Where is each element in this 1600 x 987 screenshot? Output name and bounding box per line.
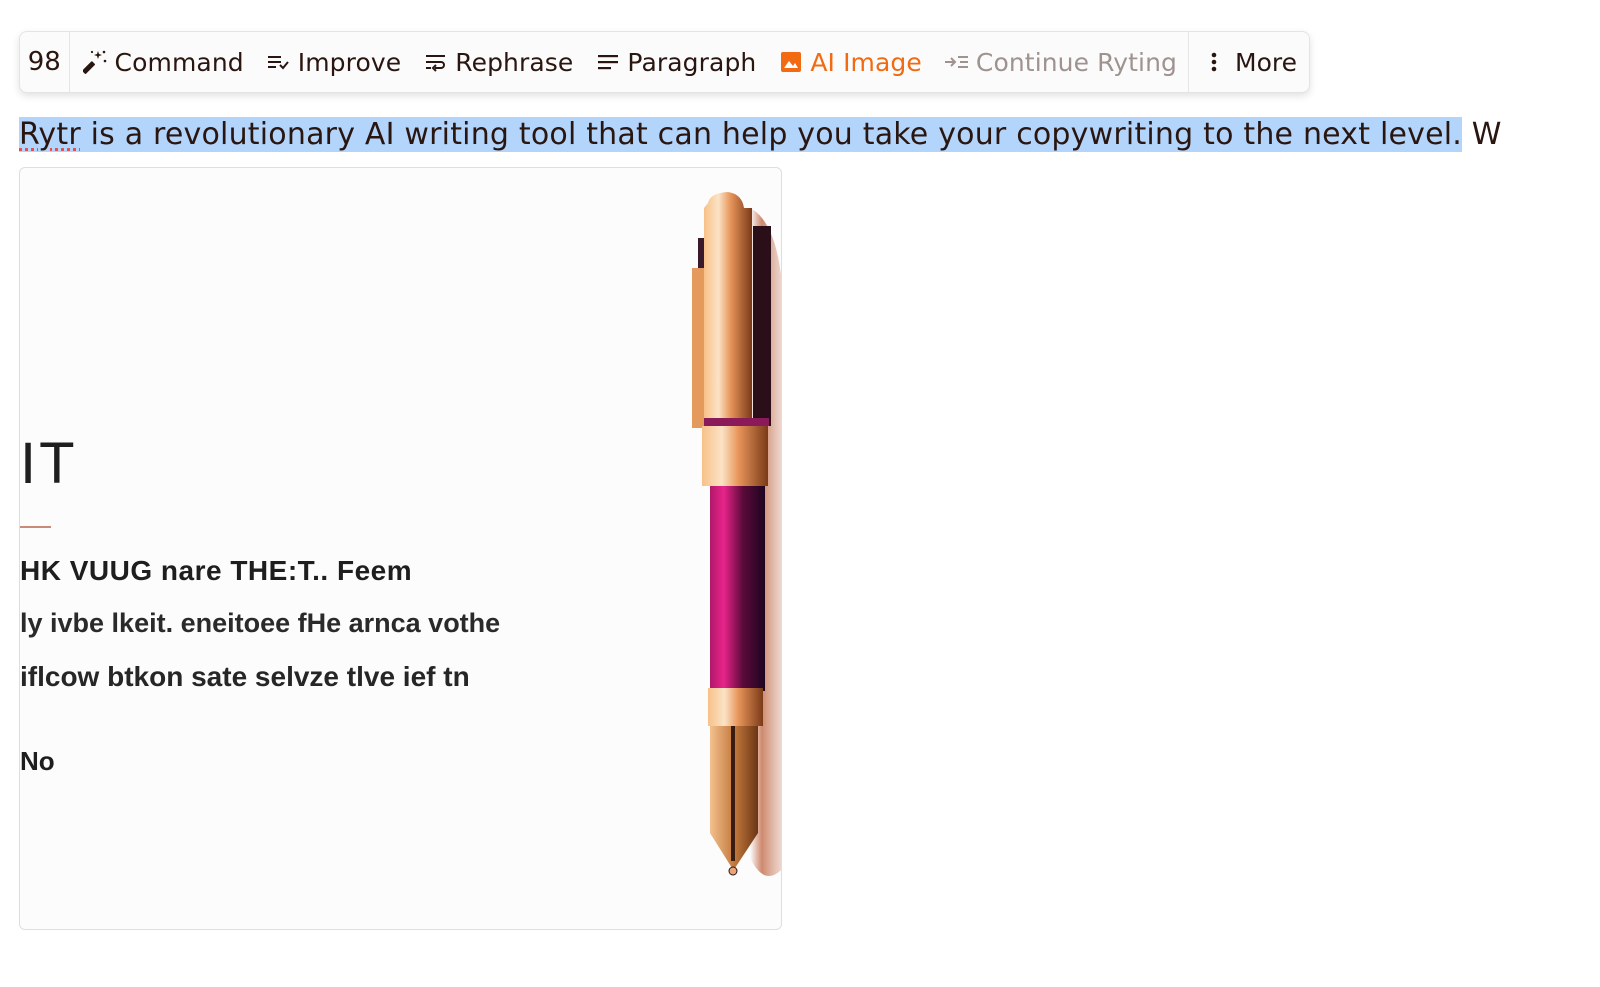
rephrase-icon — [423, 49, 449, 75]
continue-icon — [944, 49, 970, 75]
improve-label: Improve — [297, 47, 402, 77]
image-red-rule — [20, 526, 51, 528]
command-button[interactable]: Command — [72, 32, 255, 92]
improve-lines-icon — [266, 49, 292, 75]
selected-text-body: is a revolutionary AI writing tool that … — [80, 117, 1463, 152]
ai-image-label: AI Image — [810, 47, 922, 77]
image-heading-text: IT — [20, 431, 78, 496]
ai-image-button[interactable]: AI Image — [767, 32, 933, 92]
improve-button[interactable]: Improve — [255, 32, 413, 92]
generated-ai-image[interactable]: IT HK VUUG nare THE:T.. Feem ly ivbe lke… — [19, 167, 782, 930]
image-text-line: iflcow btkon sate selvze tlve ief tn — [20, 661, 470, 692]
vertical-dots-icon — [1205, 51, 1223, 73]
image-text-line: ly ivbe lkeit. eneitoee fHe arnca vothe — [20, 608, 501, 638]
misspelled-word[interactable]: Rytr — [19, 117, 81, 152]
command-label: Command — [114, 47, 244, 77]
editor-text-line[interactable]: Rytr is a revolutionary AI writing tool … — [19, 114, 1502, 156]
word-count: 98 — [20, 32, 70, 92]
image-text-line: No — [20, 746, 55, 776]
continue-ryting-label: Continue Ryting — [975, 47, 1178, 77]
selected-text[interactable]: Rytr is a revolutionary AI writing tool … — [19, 117, 1463, 152]
editor-toolbar: 98 Command Improve Rephrase Paragraph AI… — [19, 31, 1310, 93]
more-button[interactable]: More — [1188, 32, 1309, 92]
magic-wand-icon — [82, 49, 109, 75]
image-icon — [778, 49, 804, 75]
rephrase-label: Rephrase — [455, 47, 574, 77]
paragraph-label: Paragraph — [627, 47, 757, 77]
paragraph-icon — [595, 49, 621, 75]
trailing-text: W — [1462, 117, 1502, 152]
rephrase-button[interactable]: Rephrase — [412, 32, 584, 92]
more-label: More — [1235, 47, 1297, 77]
paragraph-button[interactable]: Paragraph — [584, 32, 767, 92]
image-text-line: HK VUUG nare THE:T.. Feem — [20, 555, 413, 586]
fountain-pen-illustration — [692, 192, 781, 876]
continue-ryting-button[interactable]: Continue Ryting — [933, 32, 1188, 92]
